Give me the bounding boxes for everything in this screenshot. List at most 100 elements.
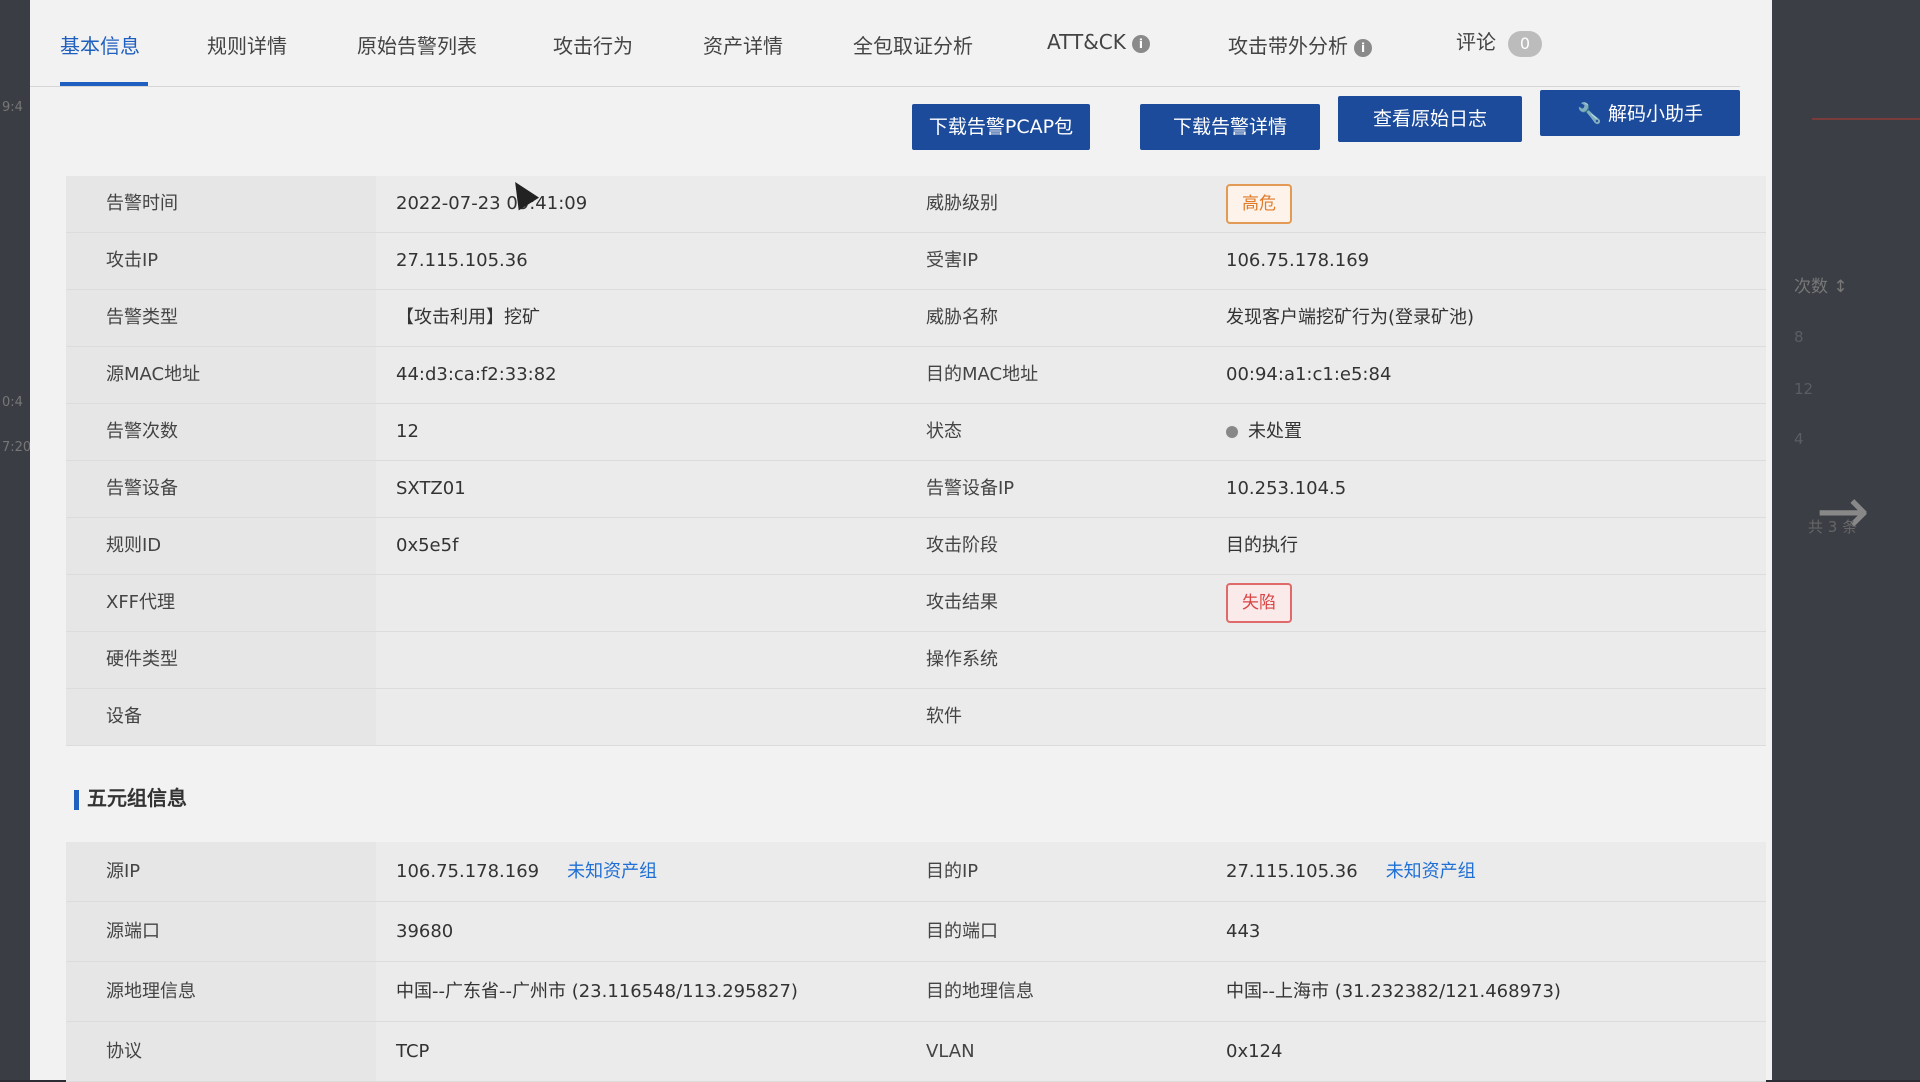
decode-helper-button[interactable]: 🔧 解码小助手 bbox=[1540, 90, 1740, 136]
field-label: 告警设备IP bbox=[926, 478, 1015, 499]
field-value: 27.115.105.36 bbox=[1226, 861, 1358, 882]
field-value: SXTZ01 bbox=[396, 478, 466, 499]
field-label: 规则ID bbox=[66, 518, 376, 574]
field-value: 39680 bbox=[396, 921, 454, 942]
field-label: 协议 bbox=[66, 1022, 376, 1081]
tab-label: 基本信息 bbox=[60, 34, 140, 58]
field-label: XFF代理 bbox=[66, 575, 376, 631]
table-row: 设备 软件 bbox=[66, 689, 1766, 746]
background-right-panel: 次数 ↕ 8 12 4 → 共 3 条 bbox=[1772, 0, 1920, 1080]
alert-detail-modal: 基本信息 规则详情 原始告警列表 攻击行为 资产详情 全包取证分析 ATT&CK… bbox=[30, 0, 1772, 1082]
bg-count-value: 8 bbox=[1794, 328, 1804, 346]
bg-divider bbox=[1812, 118, 1920, 120]
view-raw-log-button[interactable]: 查看原始日志 bbox=[1338, 96, 1522, 142]
field-label: 告警次数 bbox=[66, 404, 376, 460]
table-row: 协议 TCP VLAN 0x124 bbox=[66, 1022, 1766, 1082]
tab-rule-detail[interactable]: 规则详情 bbox=[207, 30, 287, 59]
comment-count-badge: 0 bbox=[1508, 30, 1542, 57]
field-label: 攻击阶段 bbox=[926, 535, 998, 556]
tab-basic-info[interactable]: 基本信息 bbox=[60, 30, 140, 59]
field-value: TCP bbox=[396, 1041, 430, 1062]
field-label: 目的地理信息 bbox=[926, 981, 1034, 1002]
table-row: 源IP 106.75.178.169 未知资产组 目的IP 27.115.105.… bbox=[66, 842, 1766, 902]
bg-count-value: 12 bbox=[1794, 380, 1814, 398]
field-value: 44:d3:ca:f2:33:82 bbox=[396, 364, 557, 385]
field-label: 攻击IP bbox=[66, 233, 376, 289]
tab-label: ATT&CK bbox=[1047, 30, 1126, 54]
field-label: 受害IP bbox=[926, 250, 979, 271]
info-icon[interactable]: i bbox=[1131, 34, 1150, 53]
status-dot-icon bbox=[1226, 426, 1238, 438]
field-value: 目的执行 bbox=[1226, 535, 1298, 556]
status-cell: 未处置 bbox=[1206, 404, 1766, 460]
field-label: 硬件类型 bbox=[66, 632, 376, 688]
table-row: 硬件类型 操作系统 bbox=[66, 632, 1766, 689]
table-row: 告警次数 12 状态 未处置 bbox=[66, 404, 1766, 461]
field-label: 目的MAC地址 bbox=[926, 364, 1039, 385]
section-title-text: 五元组信息 bbox=[87, 786, 187, 810]
unknown-asset-group-link[interactable]: 未知资产组 bbox=[1386, 861, 1476, 882]
wrench-icon: 🔧 bbox=[1577, 101, 1602, 125]
background-left-strip: 9:4 0:4 7:20 bbox=[0, 0, 32, 1080]
attack-result-cell: 失陷 bbox=[1206, 575, 1766, 631]
field-label: 告警设备 bbox=[66, 461, 376, 517]
table-row: 规则ID 0x5e5f 攻击阶段 目的执行 bbox=[66, 518, 1766, 575]
info-icon[interactable]: i bbox=[1354, 38, 1372, 57]
field-value bbox=[1206, 632, 1766, 688]
table-row: 告警设备 SXTZ01 告警设备IP 10.253.104.5 bbox=[66, 461, 1766, 518]
tab-asset-detail[interactable]: 资产详情 bbox=[703, 30, 783, 59]
field-label: 目的端口 bbox=[926, 921, 998, 942]
tab-comments[interactable]: 评论 0 bbox=[1456, 26, 1542, 57]
tab-bar: 基本信息 规则详情 原始告警列表 攻击行为 资产详情 全包取证分析 ATT&CK… bbox=[30, 0, 1740, 87]
field-label: 告警类型 bbox=[66, 290, 376, 346]
active-tab-indicator bbox=[60, 82, 148, 86]
field-value: 10.253.104.5 bbox=[1226, 478, 1347, 499]
field-value: 106.75.178.169 bbox=[396, 861, 540, 882]
source-ip-cell: 106.75.178.169 未知资产组 bbox=[376, 842, 896, 901]
field-value: 00:94:a1:c1:e5:84 bbox=[1226, 364, 1392, 385]
status-text: 未处置 bbox=[1248, 421, 1302, 442]
table-row: 源端口 39680 目的端口 443 bbox=[66, 902, 1766, 962]
five-tuple-section-title: 五元组信息 bbox=[74, 782, 187, 811]
bg-fragment: 0:4 bbox=[2, 395, 23, 410]
tab-label: 攻击带外分析 bbox=[1228, 34, 1348, 58]
unknown-asset-group-link[interactable]: 未知资产组 bbox=[567, 861, 657, 882]
field-label: 威胁名称 bbox=[926, 307, 998, 328]
download-detail-button[interactable]: 下载告警详情 bbox=[1140, 104, 1320, 150]
field-label: 设备 bbox=[66, 689, 376, 745]
tab-full-packet[interactable]: 全包取证分析 bbox=[853, 30, 973, 59]
field-label: 告警时间 bbox=[66, 176, 376, 232]
tab-label: 攻击行为 bbox=[553, 34, 633, 58]
tab-label: 规则详情 bbox=[207, 34, 287, 58]
tab-raw-alerts[interactable]: 原始告警列表 bbox=[357, 30, 477, 59]
tab-out-of-band[interactable]: 攻击带外分析 i bbox=[1228, 30, 1372, 59]
field-value bbox=[1206, 689, 1766, 745]
bg-fragment: 9:4 bbox=[2, 100, 23, 115]
threat-level-cell: 高危 bbox=[1206, 176, 1766, 232]
field-value: 【攻击利用】挖矿 bbox=[396, 307, 540, 328]
field-value bbox=[376, 689, 896, 745]
basic-info-table: 告警时间 2022-07-23 09:41:09 威胁级别 高危 攻击IP 27… bbox=[66, 176, 1766, 746]
field-value: 12 bbox=[396, 421, 419, 442]
download-pcap-button[interactable]: 下载告警PCAP包 bbox=[912, 104, 1090, 150]
field-label: VLAN bbox=[926, 1041, 975, 1062]
tab-label: 资产详情 bbox=[703, 34, 783, 58]
tab-label: 评论 bbox=[1456, 30, 1496, 54]
table-row: 告警时间 2022-07-23 09:41:09 威胁级别 高危 bbox=[66, 176, 1766, 233]
field-label: 源MAC地址 bbox=[66, 347, 376, 403]
field-label: 源地理信息 bbox=[66, 962, 376, 1021]
field-value: 中国--上海市 (31.232382/121.468973) bbox=[1226, 981, 1561, 1002]
tab-attck[interactable]: ATT&CK i bbox=[1047, 30, 1150, 54]
bg-fragment: 7:20 bbox=[2, 440, 32, 455]
field-label: 状态 bbox=[926, 421, 962, 442]
five-tuple-table: 源IP 106.75.178.169 未知资产组 目的IP 27.115.105.… bbox=[66, 842, 1766, 1082]
field-value: 443 bbox=[1226, 921, 1261, 942]
field-label: 威胁级别 bbox=[926, 193, 998, 214]
tab-attack-behavior[interactable]: 攻击行为 bbox=[553, 30, 633, 59]
tab-label: 原始告警列表 bbox=[357, 34, 477, 58]
field-label: 攻击结果 bbox=[926, 592, 998, 613]
table-row: XFF代理 攻击结果 失陷 bbox=[66, 575, 1766, 632]
section-bar bbox=[74, 789, 79, 810]
field-value bbox=[376, 575, 896, 631]
field-label: 操作系统 bbox=[926, 649, 998, 670]
